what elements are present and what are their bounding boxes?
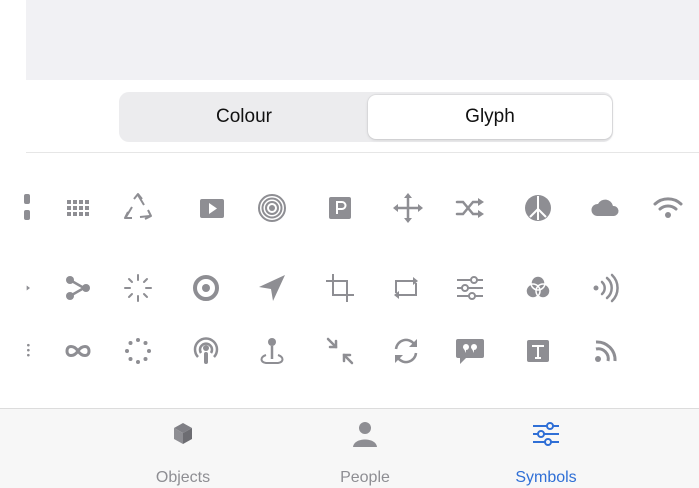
cube-icon [163, 419, 203, 449]
collapse-arrows-icon[interactable] [318, 329, 362, 373]
dotted-circle-icon[interactable] [116, 329, 160, 373]
peace-icon[interactable] [516, 186, 560, 230]
partial-glyph-icon[interactable] [10, 329, 40, 373]
tab-objects-label: Objects [155, 469, 211, 486]
tab-people[interactable]: People [295, 409, 435, 488]
person-icon [345, 419, 385, 449]
loading-spinner-icon[interactable] [116, 266, 160, 310]
tab-symbols[interactable]: Symbols [476, 409, 616, 488]
tab-objects[interactable]: Objects [113, 409, 253, 488]
glyph-grid [0, 152, 699, 408]
target-rings-icon[interactable] [250, 186, 294, 230]
cloud-icon[interactable] [584, 186, 628, 230]
tab-symbols-label: Symbols [515, 469, 577, 486]
sliders-icon [526, 419, 566, 449]
grid-dots-icon[interactable] [56, 186, 100, 230]
tab-people-label: People [340, 469, 390, 486]
sync-icon[interactable] [384, 329, 428, 373]
podcast-icon[interactable] [184, 329, 228, 373]
top-bar [26, 0, 699, 81]
record-circle-icon[interactable] [184, 266, 228, 310]
location-arrow-icon[interactable] [250, 266, 294, 310]
play-rectangle-icon[interactable] [190, 186, 234, 230]
sound-waves-icon[interactable] [584, 266, 628, 310]
nodes-icon[interactable] [56, 266, 100, 310]
recycle-icon[interactable] [116, 186, 160, 230]
rss-icon[interactable] [584, 329, 628, 373]
sliders-icon[interactable] [448, 266, 492, 310]
colour-glyph-segmented-control[interactable]: Colour Glyph [119, 92, 613, 142]
glyph-segment[interactable]: Glyph [368, 95, 612, 139]
segmented-control-area: Colour Glyph [26, 80, 699, 153]
partial-glyph-icon[interactable] [0, 186, 40, 230]
parking-icon[interactable] [318, 186, 362, 230]
text-icon[interactable] [516, 329, 560, 373]
wifi-icon[interactable] [646, 186, 690, 230]
quote-bubble-icon[interactable] [448, 329, 492, 373]
tab-bar: Objects People Symbols [0, 408, 699, 488]
colour-segment[interactable]: Colour [122, 95, 366, 139]
infinity-icon[interactable] [56, 329, 100, 373]
crop-icon[interactable] [318, 266, 362, 310]
partial-glyph-icon[interactable] [10, 266, 40, 310]
color-circles-icon[interactable] [516, 266, 560, 310]
move-arrows-icon[interactable] [386, 186, 430, 230]
repeat-arrows-icon[interactable] [384, 266, 428, 310]
pin-icon[interactable] [250, 329, 294, 373]
shuffle-icon[interactable] [448, 186, 492, 230]
